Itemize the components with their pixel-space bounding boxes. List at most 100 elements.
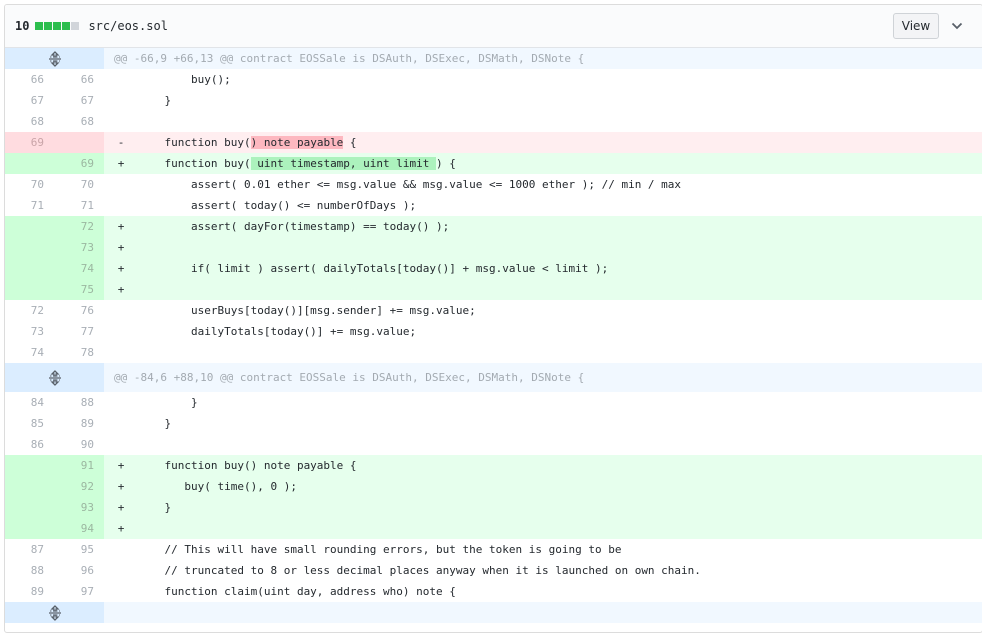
new-line-number[interactable]: 67 — [54, 90, 104, 111]
old-line-number[interactable]: 88 — [5, 560, 54, 581]
new-line-number[interactable]: 77 — [54, 321, 104, 342]
expand-icon[interactable] — [48, 50, 62, 67]
diff-line-context: 68 68 — [5, 111, 982, 132]
new-line-number[interactable]: 97 — [54, 581, 104, 602]
diff-marker: + — [117, 480, 125, 493]
new-line-number[interactable]: 75 — [54, 279, 104, 300]
expand-icon[interactable] — [48, 369, 62, 386]
new-line-number[interactable]: 92 — [54, 476, 104, 497]
code-text: function buy( — [138, 136, 251, 149]
old-line-number[interactable]: 68 — [5, 111, 54, 132]
old-line-number[interactable]: 71 — [5, 195, 54, 216]
code-text: function buy( — [138, 157, 251, 170]
new-line-number[interactable]: 91 — [54, 455, 104, 476]
code-line: } — [104, 413, 982, 434]
code-text: dailyTotals[today()] += msg.value; — [138, 325, 417, 338]
new-line-number[interactable]: 95 — [54, 539, 104, 560]
old-line-number[interactable]: 86 — [5, 434, 54, 455]
new-line-number[interactable]: 74 — [54, 258, 104, 279]
diffstat-block — [53, 22, 62, 30]
expand-icon[interactable] — [48, 604, 62, 621]
old-line-number[interactable] — [5, 216, 54, 237]
old-line-number[interactable] — [5, 476, 54, 497]
new-line-number[interactable]: 70 — [54, 174, 104, 195]
code-text: function claim(uint day, address who) no… — [138, 585, 456, 598]
code-text: userBuys[today()][msg.sender] += msg.val… — [138, 304, 476, 317]
code-highlight: ) note payable — [250, 136, 344, 149]
diff-line-context: 88 96 // truncated to 8 or less decimal p… — [5, 560, 982, 581]
hunk-header: @@ -66,9 +66,13 @@ contract EOSSale is D… — [5, 48, 982, 69]
new-line-number[interactable]: 68 — [54, 111, 104, 132]
new-line-number[interactable]: 73 — [54, 237, 104, 258]
view-file-button[interactable]: View — [893, 13, 939, 39]
old-line-number[interactable]: 69 — [5, 132, 54, 153]
diff-marker: + — [117, 501, 125, 514]
new-line-number[interactable]: 89 — [54, 413, 104, 434]
old-line-number[interactable] — [5, 153, 54, 174]
code-line: + buy( time(), 0 ); — [104, 476, 982, 497]
diff-line-addition: 92 + buy( time(), 0 ); — [5, 476, 982, 497]
old-line-number[interactable]: 84 — [5, 392, 54, 413]
diff-line-context: 89 97 function claim(uint day, address wh… — [5, 581, 982, 602]
code-line: dailyTotals[today()] += msg.value; — [104, 321, 982, 342]
old-line-number[interactable] — [5, 497, 54, 518]
code-text: if( limit ) assert( dailyTotals[today()]… — [138, 262, 609, 275]
old-line-number[interactable]: 85 — [5, 413, 54, 434]
old-line-number[interactable]: 72 — [5, 300, 54, 321]
code-text: assert( today() <= numberOfDays ); — [138, 199, 417, 212]
hunk-text — [104, 602, 982, 623]
new-line-number[interactable]: 72 — [54, 216, 104, 237]
new-line-number[interactable] — [54, 132, 104, 153]
old-line-number[interactable]: 70 — [5, 174, 54, 195]
old-line-number[interactable]: 67 — [5, 90, 54, 111]
diff-line-deletion: 69 - function buy() note payable { — [5, 132, 982, 153]
expand-button[interactable] — [5, 48, 104, 69]
old-line-number[interactable] — [5, 279, 54, 300]
code-line: - function buy() note payable { — [104, 132, 982, 153]
new-line-number[interactable]: 88 — [54, 392, 104, 413]
new-line-number[interactable]: 90 — [54, 434, 104, 455]
code-line: + } — [104, 497, 982, 518]
new-line-number[interactable]: 71 — [54, 195, 104, 216]
code-line: // truncated to 8 or less decimal places… — [104, 560, 982, 581]
diffstat-block — [71, 22, 80, 30]
new-line-number[interactable]: 76 — [54, 300, 104, 321]
new-line-number[interactable]: 94 — [54, 518, 104, 539]
code-text: } — [138, 396, 198, 409]
old-line-number[interactable]: 74 — [5, 342, 54, 363]
code-text: } — [138, 417, 172, 430]
code-line: assert( today() <= numberOfDays ); — [104, 195, 982, 216]
code-line: } — [104, 392, 982, 413]
diff-line-addition: 91 + function buy() note payable { — [5, 455, 982, 476]
diff-line-context: 87 95 // This will have small rounding er… — [5, 539, 982, 560]
old-line-number[interactable]: 87 — [5, 539, 54, 560]
old-line-number[interactable]: 66 — [5, 69, 54, 90]
diff-line-addition: 73 + — [5, 237, 982, 258]
diff-line-context: 67 67 } — [5, 90, 982, 111]
old-line-number[interactable] — [5, 455, 54, 476]
diff-marker: + — [117, 262, 125, 275]
code-text: } — [138, 501, 172, 514]
old-line-number[interactable] — [5, 237, 54, 258]
old-line-number[interactable]: 89 — [5, 581, 54, 602]
code-text: function buy() note payable { — [138, 459, 357, 472]
chevron-down-icon[interactable] — [949, 18, 965, 34]
old-line-number[interactable]: 73 — [5, 321, 54, 342]
diff-line-addition: 94 + — [5, 518, 982, 539]
new-line-number[interactable]: 66 — [54, 69, 104, 90]
code-line: buy(); — [104, 69, 982, 90]
old-line-number[interactable] — [5, 518, 54, 539]
expand-button[interactable] — [5, 602, 104, 623]
old-line-number[interactable] — [5, 258, 54, 279]
file-header: 10 src/eos.sol View — [5, 5, 982, 48]
diff-line-context: 71 71 assert( today() <= numberOfDays ); — [5, 195, 982, 216]
new-line-number[interactable]: 93 — [54, 497, 104, 518]
new-line-number[interactable]: 96 — [54, 560, 104, 581]
file-path-link[interactable]: src/eos.sol — [88, 19, 167, 33]
expand-button[interactable] — [5, 363, 104, 392]
new-line-number[interactable]: 69 — [54, 153, 104, 174]
diff-line-addition: 69 + function buy( uint timestamp, uint l… — [5, 153, 982, 174]
code-text: assert( 0.01 ether <= msg.value && msg.v… — [138, 178, 682, 191]
new-line-number[interactable]: 78 — [54, 342, 104, 363]
